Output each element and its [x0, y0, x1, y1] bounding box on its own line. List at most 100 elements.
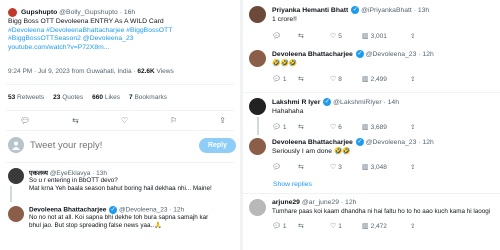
views-icon[interactable]: ▥	[362, 33, 369, 40]
stat-retweets[interactable]: 53 Retweets	[8, 94, 44, 101]
reply-action[interactable]: 💬︎	[272, 32, 298, 40]
like-icon[interactable]: ♡	[330, 124, 336, 131]
retweet-action[interactable]: ⇆	[298, 32, 330, 40]
reply-icon[interactable]: 💬︎	[20, 116, 30, 125]
views-action[interactable]: ▥ 2,472	[362, 222, 410, 230]
tweet-link[interactable]: youtube.com/watch?v=P72X8m...	[8, 44, 236, 53]
author-name[interactable]: एकलव्य	[29, 170, 48, 177]
reply-tweet[interactable]: Lakshmi R Iyer ✓ @LakshmiRIyer · 14h Hah…	[249, 98, 495, 131]
views-action[interactable]: ▥ 2,499	[362, 75, 410, 83]
reply-tweet[interactable]: Devoleena Bhattacharjee ✓ @Devoleena_23 …	[249, 50, 495, 83]
like-icon[interactable]: ♡	[330, 223, 336, 230]
author-handle[interactable]: @Devoleena_23	[119, 207, 168, 214]
reply-tweet[interactable]: Devoleena Bhattacharjee ✓ @Devoleena_23 …	[249, 138, 495, 171]
reply-icon[interactable]: 💬︎	[272, 76, 281, 83]
reply-button[interactable]: Reply	[198, 137, 236, 153]
show-replies-link[interactable]: Show replies	[273, 181, 312, 188]
stat-likes[interactable]: 660 Likes	[92, 94, 120, 101]
reply-tweet[interactable]: एकलव्य @EyeEklavya · 13h So u r entering…	[8, 168, 236, 194]
share-icon[interactable]: ⇪	[219, 116, 226, 125]
reply-tweet[interactable]: Devoleena Bhattacharjee ✓ @Devoleena_23 …	[8, 206, 236, 231]
bookmark-icon[interactable]: ⚐	[170, 116, 177, 125]
avatar[interactable]	[249, 98, 266, 115]
like-action[interactable]: ♡ 5	[330, 32, 362, 40]
share-icon[interactable]: ⇪	[410, 32, 415, 40]
avatar[interactable]	[249, 199, 266, 216]
tweet-actions: 💬︎ 1 ⇆ ♡ 1 ▥ 2,472 ⇪	[272, 222, 495, 230]
reply-action[interactable]: 💬︎ 1	[272, 75, 298, 83]
share-icon[interactable]: ⇪	[410, 222, 415, 230]
author-name[interactable]: arjune29	[272, 199, 300, 206]
author-handle[interactable]: @Bolly_Gupshupto	[59, 9, 118, 16]
reply-icon[interactable]: 💬︎	[272, 223, 281, 230]
avatar[interactable]	[8, 168, 24, 184]
author-handle[interactable]: @ar_june29	[302, 199, 339, 206]
like-icon[interactable]: ♡	[330, 164, 336, 171]
retweet-icon[interactable]: ⇆	[298, 124, 304, 131]
author-name[interactable]: Devoleena Bhattacharjee	[272, 51, 353, 58]
tweet-time[interactable]: 12h	[173, 207, 184, 214]
hashtag-line[interactable]: #Devoleena #DevoleenaBhattacharjee #Bigg…	[8, 27, 236, 36]
reply-action[interactable]: 💬︎	[272, 163, 298, 171]
share-icon[interactable]: ⇪	[410, 123, 415, 131]
tweet-time[interactable]: 12h	[422, 139, 433, 146]
views-icon[interactable]: ▥	[362, 164, 369, 171]
like-icon[interactable]: ♡	[330, 76, 336, 83]
author-handle[interactable]: @Devoleena_23	[366, 139, 417, 146]
retweet-icon[interactable]: ⇆	[298, 76, 304, 83]
author-handle[interactable]: @Devoleena_23	[366, 51, 417, 58]
retweet-action[interactable]: ⇆	[298, 75, 330, 83]
like-icon[interactable]: ♡	[121, 116, 128, 125]
views-action[interactable]: ▥ 3,689	[362, 123, 410, 131]
reply-icon[interactable]: 💬︎	[272, 33, 281, 40]
views-icon[interactable]: ▥	[362, 76, 369, 83]
retweet-action[interactable]: ⇆	[298, 163, 330, 171]
like-action[interactable]: ♡ 3	[330, 163, 362, 171]
author-handle[interactable]: @LakshmiRIyer	[333, 99, 381, 106]
tweet-time[interactable]: 12h	[422, 51, 433, 58]
views-icon[interactable]: ▥	[362, 223, 369, 230]
tweet-time[interactable]: 12h	[345, 199, 356, 206]
stat-quotes[interactable]: 23 Quotes	[53, 94, 83, 101]
views-action[interactable]: ▥ 3,001	[362, 32, 410, 40]
like-action[interactable]: ♡ 6	[330, 123, 362, 131]
views-icon[interactable]: ▥	[362, 124, 369, 131]
avatar[interactable]	[249, 6, 266, 23]
avatar[interactable]	[8, 206, 24, 222]
share-icon[interactable]: ⇪	[410, 163, 415, 171]
retweet-icon[interactable]: ⇆	[298, 33, 304, 40]
reply-action[interactable]: 💬︎ 1	[272, 222, 298, 230]
reply-input[interactable]	[30, 139, 199, 151]
retweet-icon[interactable]: ⇆	[298, 164, 304, 171]
retweet-icon[interactable]: ⇆	[298, 223, 304, 230]
reply-tweet[interactable]: Priyanka Hemanti Bhatt ✓ @iPriyankaBhatt…	[249, 6, 495, 40]
tweet-time[interactable]: 13h	[96, 170, 107, 177]
like-action[interactable]: ♡ 8	[330, 75, 362, 83]
tweet-time[interactable]: 14h	[388, 99, 399, 106]
stat-bookmarks[interactable]: 7 Bookmarks	[129, 94, 167, 101]
retweet-action[interactable]: ⇆	[298, 222, 330, 230]
author-name[interactable]: Lakshmi R Iyer	[272, 99, 320, 106]
reply-tweet[interactable]: arjune29 @ar_june29 · 12h Tumhare paas k…	[249, 199, 495, 230]
author-name[interactable]: Priyanka Hemanti Bhatt	[272, 7, 348, 14]
like-icon[interactable]: ♡	[330, 33, 336, 40]
tweet-time[interactable]: 16h	[124, 9, 135, 16]
reply-action[interactable]: 💬︎ 1	[272, 123, 298, 131]
author-handle[interactable]: @EyeEklavya	[50, 170, 91, 177]
avatar[interactable]	[249, 138, 266, 155]
reply-icon[interactable]: 💬︎	[272, 164, 281, 171]
hashtag-line[interactable]: #BiggBossOTTSeason2 @Devoleena_23	[8, 35, 236, 44]
reply-icon[interactable]: 💬︎	[272, 124, 281, 131]
share-icon[interactable]: ⇪	[410, 75, 415, 83]
tweet-time[interactable]: 13h	[418, 7, 429, 14]
avatar[interactable]	[249, 50, 266, 67]
author-name[interactable]: Gupshupto	[21, 9, 57, 16]
views-action[interactable]: ▥ 3,048	[362, 163, 410, 171]
author-name[interactable]: Devoleena Bhattacharjee	[29, 207, 106, 214]
avatar[interactable]	[8, 8, 17, 17]
author-name[interactable]: Devoleena Bhattacharjee	[272, 139, 353, 146]
retweet-action[interactable]: ⇆	[298, 123, 330, 131]
like-action[interactable]: ♡ 1	[330, 222, 362, 230]
author-handle[interactable]: @iPriyankaBhatt	[361, 7, 412, 14]
retweet-icon[interactable]: ⇆	[72, 116, 79, 125]
